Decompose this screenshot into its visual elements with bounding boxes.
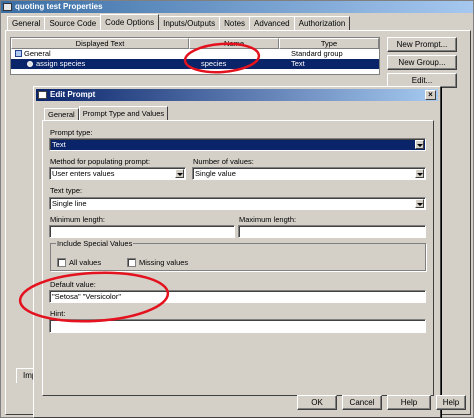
- window-title: quoting test Properties: [15, 2, 103, 11]
- help-button[interactable]: Help: [387, 395, 431, 410]
- window-title-bar[interactable]: quoting test Properties: [1, 1, 473, 13]
- checkbox-box[interactable]: [57, 258, 66, 267]
- ok-button[interactable]: OK: [297, 395, 337, 410]
- column-type[interactable]: Type: [279, 38, 379, 49]
- column-displayed-text[interactable]: Displayed Text: [11, 38, 189, 49]
- method-value: User enters values: [52, 169, 115, 178]
- tab-authorization[interactable]: Authorization: [293, 16, 351, 30]
- new-group-button[interactable]: New Group...: [387, 55, 457, 70]
- hint-label: Hint:: [50, 309, 66, 318]
- grid-header: Displayed Text Name Type: [11, 38, 379, 49]
- new-prompt-button[interactable]: New Prompt...: [387, 37, 457, 52]
- text-type-label: Text type:: [50, 186, 83, 195]
- number-of-values-value: Single value: [195, 169, 236, 178]
- prompt-type-value: Text: [52, 140, 66, 149]
- all-values-checkbox[interactable]: All values: [57, 258, 101, 267]
- tab-general[interactable]: General: [7, 16, 46, 30]
- minimum-length-input[interactable]: [49, 225, 235, 238]
- maximum-length-input[interactable]: [238, 225, 426, 238]
- help-button-right[interactable]: Help: [436, 395, 466, 410]
- row-type: Standard group: [291, 49, 343, 58]
- cancel-button[interactable]: Cancel: [342, 395, 382, 410]
- row-text: assign species: [36, 59, 86, 68]
- hint-input[interactable]: [49, 319, 426, 333]
- row-name: [199, 49, 289, 59]
- method-label: Method for populating prompt:: [50, 157, 151, 166]
- dialog-tab-prompt-type[interactable]: Prompt Type and Values: [78, 106, 169, 120]
- maximum-length-label: Maximum length:: [239, 215, 297, 224]
- grid-row-general[interactable]: General Standard group: [11, 49, 379, 59]
- missing-values-checkbox[interactable]: Missing values: [127, 258, 188, 267]
- missing-values-label: Missing values: [139, 258, 189, 267]
- prompt-type-label: Prompt type:: [50, 128, 93, 137]
- dialog-tab-general[interactable]: General: [44, 108, 79, 120]
- prompt-type-select[interactable]: Text: [49, 138, 426, 151]
- tab-source-code[interactable]: Source Code: [44, 16, 102, 30]
- app-icon: [3, 3, 12, 11]
- prompts-grid[interactable]: Displayed Text Name Type General Standar…: [10, 37, 380, 75]
- row-name: species: [201, 59, 227, 68]
- minimum-length-label: Minimum length:: [50, 215, 106, 224]
- number-of-values-select[interactable]: Single value: [192, 167, 426, 180]
- default-value-input[interactable]: "Setosa" "Versicolor": [49, 290, 426, 303]
- text-type-value: Single line: [52, 199, 87, 208]
- tab-advanced[interactable]: Advanced: [249, 16, 295, 30]
- special-values-title: Include Special Values: [56, 239, 134, 248]
- dialog-icon: [38, 91, 47, 99]
- all-values-label: All values: [69, 258, 102, 267]
- row-type: Text: [291, 59, 305, 68]
- group-icon: [15, 50, 22, 57]
- column-name[interactable]: Name: [189, 38, 279, 49]
- chevron-down-icon[interactable]: [415, 199, 424, 208]
- special-values-group: Include Special Values All values Missin…: [50, 239, 426, 271]
- tab-inputs-outputs[interactable]: Inputs/Outputs: [158, 16, 221, 30]
- prompt-icon: [27, 61, 33, 67]
- dialog-tab-strip: General Prompt Type and Values: [44, 106, 169, 120]
- text-type-select[interactable]: Single line: [49, 197, 426, 210]
- row-text: General: [24, 49, 51, 58]
- grid-row-assign-species[interactable]: assign species species Text: [11, 59, 379, 69]
- close-icon[interactable]: ×: [425, 90, 436, 100]
- method-select[interactable]: User enters values: [49, 167, 186, 180]
- dialog-title: Edit Prompt: [50, 90, 96, 99]
- chevron-down-icon[interactable]: [415, 140, 424, 149]
- chevron-down-icon[interactable]: [175, 169, 184, 178]
- tab-notes[interactable]: Notes: [219, 16, 251, 30]
- chevron-down-icon[interactable]: [415, 169, 424, 178]
- default-value-label: Default value:: [50, 280, 96, 289]
- tab-code-options[interactable]: Code Options: [100, 14, 160, 30]
- dialog-title-bar[interactable]: Edit Prompt ×: [36, 89, 438, 101]
- checkbox-box[interactable]: [127, 258, 136, 267]
- number-of-values-label: Number of values:: [193, 157, 254, 166]
- tab-strip: General Source Code Code Options Inputs/…: [7, 14, 351, 30]
